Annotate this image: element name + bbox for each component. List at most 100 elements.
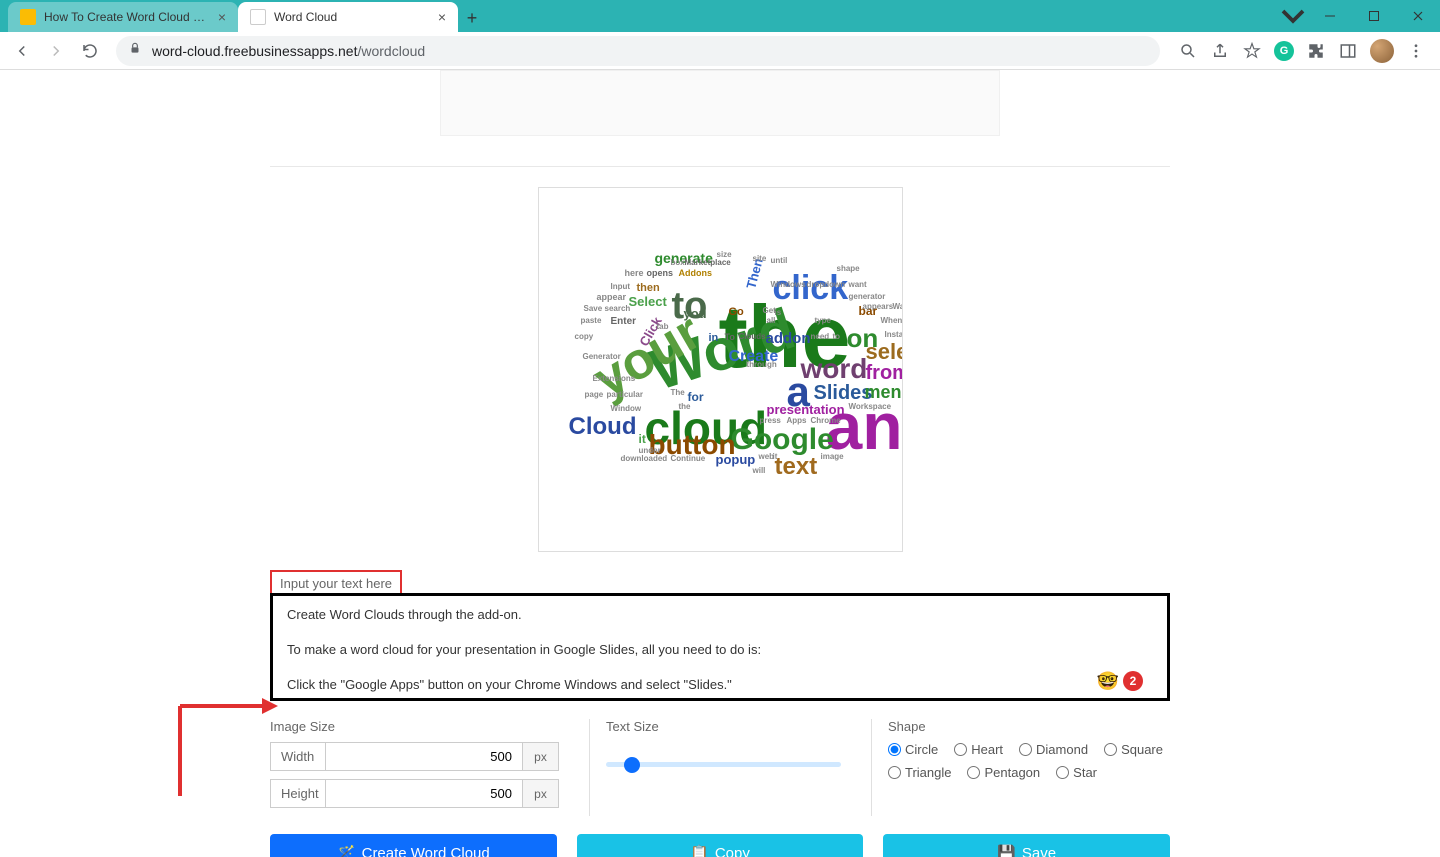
- minimize-button[interactable]: [1308, 0, 1352, 32]
- wordcloud-word: to: [833, 333, 841, 341]
- wordcloud-word: The: [671, 389, 685, 397]
- wordcloud-word: page: [585, 391, 604, 399]
- wordcloud-word: Select: [629, 295, 667, 308]
- wordcloud-word: Chrome: [811, 417, 841, 425]
- wordcloud-word: box: [671, 259, 685, 267]
- text-size-slider[interactable]: [606, 762, 841, 767]
- browser-tab-active[interactable]: Word Cloud ×: [238, 2, 458, 32]
- emoji-badge[interactable]: 🤓: [1097, 671, 1119, 692]
- shape-radio-triangle[interactable]: Triangle: [888, 765, 951, 780]
- wordcloud-word: Cloud: [569, 415, 637, 439]
- address-bar[interactable]: word-cloud.freebusinessapps.net/wordclou…: [116, 36, 1160, 66]
- wordcloud-word: is: [775, 309, 782, 317]
- wordcloud-word: type: [815, 317, 831, 325]
- grammarly-icon[interactable]: G: [1274, 41, 1294, 61]
- wordcloud-word: Enter: [611, 317, 637, 327]
- wordcloud-word: Window: [611, 405, 642, 413]
- height-input[interactable]: [326, 779, 523, 808]
- clipboard-icon: 📋: [690, 844, 709, 857]
- wordcloud-word: Google: [731, 425, 834, 455]
- wordcloud-word: here: [625, 269, 644, 278]
- wordcloud-word: need: [811, 333, 830, 341]
- zoom-icon[interactable]: [1178, 41, 1198, 61]
- wordcloud-word: Workspace: [849, 403, 892, 411]
- wordcloud-word: select: [866, 341, 903, 363]
- sidepanel-icon[interactable]: [1338, 41, 1358, 61]
- wordcloud-word: generator: [849, 293, 886, 301]
- unit-label: px: [523, 779, 559, 808]
- arrow-annotation: [172, 626, 282, 811]
- tabs-dropdown-icon[interactable]: [1278, 1, 1308, 31]
- bookmark-icon[interactable]: [1242, 41, 1262, 61]
- wordcloud-word: it: [639, 433, 646, 445]
- wordcloud-word: word: [801, 355, 868, 383]
- wordcloud-word: Addons: [679, 269, 713, 278]
- save-button[interactable]: 💾 Save: [883, 834, 1170, 857]
- shape-radio-circle[interactable]: Circle: [888, 742, 938, 757]
- image-size-section: Image Size Width px Height px: [270, 719, 559, 816]
- shape-radio-heart[interactable]: Heart: [954, 742, 1003, 757]
- slides-icon: [20, 9, 36, 25]
- browser-titlebar: How To Create Word Cloud For G × Word Cl…: [0, 0, 1440, 32]
- wordcloud-word: Marketplace: [685, 259, 731, 267]
- close-icon[interactable]: ×: [218, 9, 226, 25]
- shape-radio-diamond[interactable]: Diamond: [1019, 742, 1088, 757]
- wordcloud-word: then: [637, 283, 660, 294]
- browser-tab-inactive[interactable]: How To Create Word Cloud For G ×: [8, 2, 238, 32]
- wordcloud-word: Extensions: [593, 375, 636, 383]
- shape-radio-pentagon[interactable]: Pentagon: [967, 765, 1040, 780]
- share-icon[interactable]: [1210, 41, 1230, 61]
- wordcloud-word: text: [775, 455, 818, 479]
- wordcloud-word: Apps: [787, 417, 807, 425]
- wand-icon: 🪄: [337, 844, 356, 857]
- wordcloud-word: Install: [885, 331, 903, 339]
- wordcloud-word: the: [679, 403, 691, 411]
- create-button[interactable]: 🪄 Create Word Cloud: [270, 834, 557, 857]
- wordcloud-word: Input: [611, 283, 631, 291]
- wordcloud-word: you: [684, 307, 707, 320]
- error-count-badge[interactable]: 2: [1123, 671, 1143, 691]
- wordcloud-word: opens: [647, 269, 674, 278]
- back-button[interactable]: [8, 37, 36, 65]
- width-label: Width: [270, 742, 326, 771]
- copy-button[interactable]: 📋 Copy: [577, 834, 864, 857]
- textarea-container: 🤓 2: [270, 593, 1170, 701]
- shape-radio-square[interactable]: Square: [1104, 742, 1163, 757]
- maximize-button[interactable]: [1352, 0, 1396, 32]
- wordcloud-word: Go: [729, 307, 744, 318]
- url-text: word-cloud.freebusinessapps.net/wordclou…: [152, 43, 425, 59]
- tab-title: How To Create Word Cloud For G: [44, 10, 210, 24]
- profile-avatar[interactable]: [1370, 39, 1394, 63]
- wordcloud-word: dropdown: [807, 281, 846, 289]
- close-icon[interactable]: ×: [438, 9, 446, 25]
- wordcloud-word: want: [849, 281, 867, 289]
- wordcloud-word: downloaded: [621, 455, 668, 463]
- tab-title: Word Cloud: [274, 10, 430, 24]
- wordcloud-word: Save: [584, 305, 603, 313]
- save-icon: 💾: [997, 844, 1016, 857]
- wordcloud-preview: theandWordyourcloudatoclickGooglebuttonw…: [538, 187, 903, 552]
- reload-button[interactable]: [76, 37, 104, 65]
- new-tab-button[interactable]: +: [458, 4, 486, 32]
- wordcloud-word: until: [771, 257, 788, 265]
- close-window-button[interactable]: [1396, 0, 1440, 32]
- wordcloud-word: site: [753, 255, 767, 263]
- wordcloud-word: popup: [716, 453, 756, 466]
- page-viewport: theandWordyourcloudatoclickGooglebuttonw…: [0, 70, 1440, 857]
- wordcloud-word: it: [773, 453, 778, 461]
- lock-icon: [128, 41, 142, 60]
- text-input[interactable]: [273, 596, 1167, 693]
- forward-button[interactable]: [42, 37, 70, 65]
- wordcloud-word: When: [881, 317, 903, 325]
- menu-icon[interactable]: [1406, 41, 1426, 61]
- width-input[interactable]: [326, 742, 523, 771]
- height-label: Height: [270, 779, 326, 808]
- wordcloud-word: tab: [657, 323, 669, 331]
- input-label: Input your text here: [270, 570, 402, 595]
- wordcloud-word: press: [760, 417, 781, 425]
- wordcloud-word: particular: [607, 391, 643, 399]
- wordcloud-word: for: [688, 391, 704, 403]
- wordcloud-word: image: [821, 453, 844, 461]
- extensions-icon[interactable]: [1306, 41, 1326, 61]
- shape-radio-star[interactable]: Star: [1056, 765, 1097, 780]
